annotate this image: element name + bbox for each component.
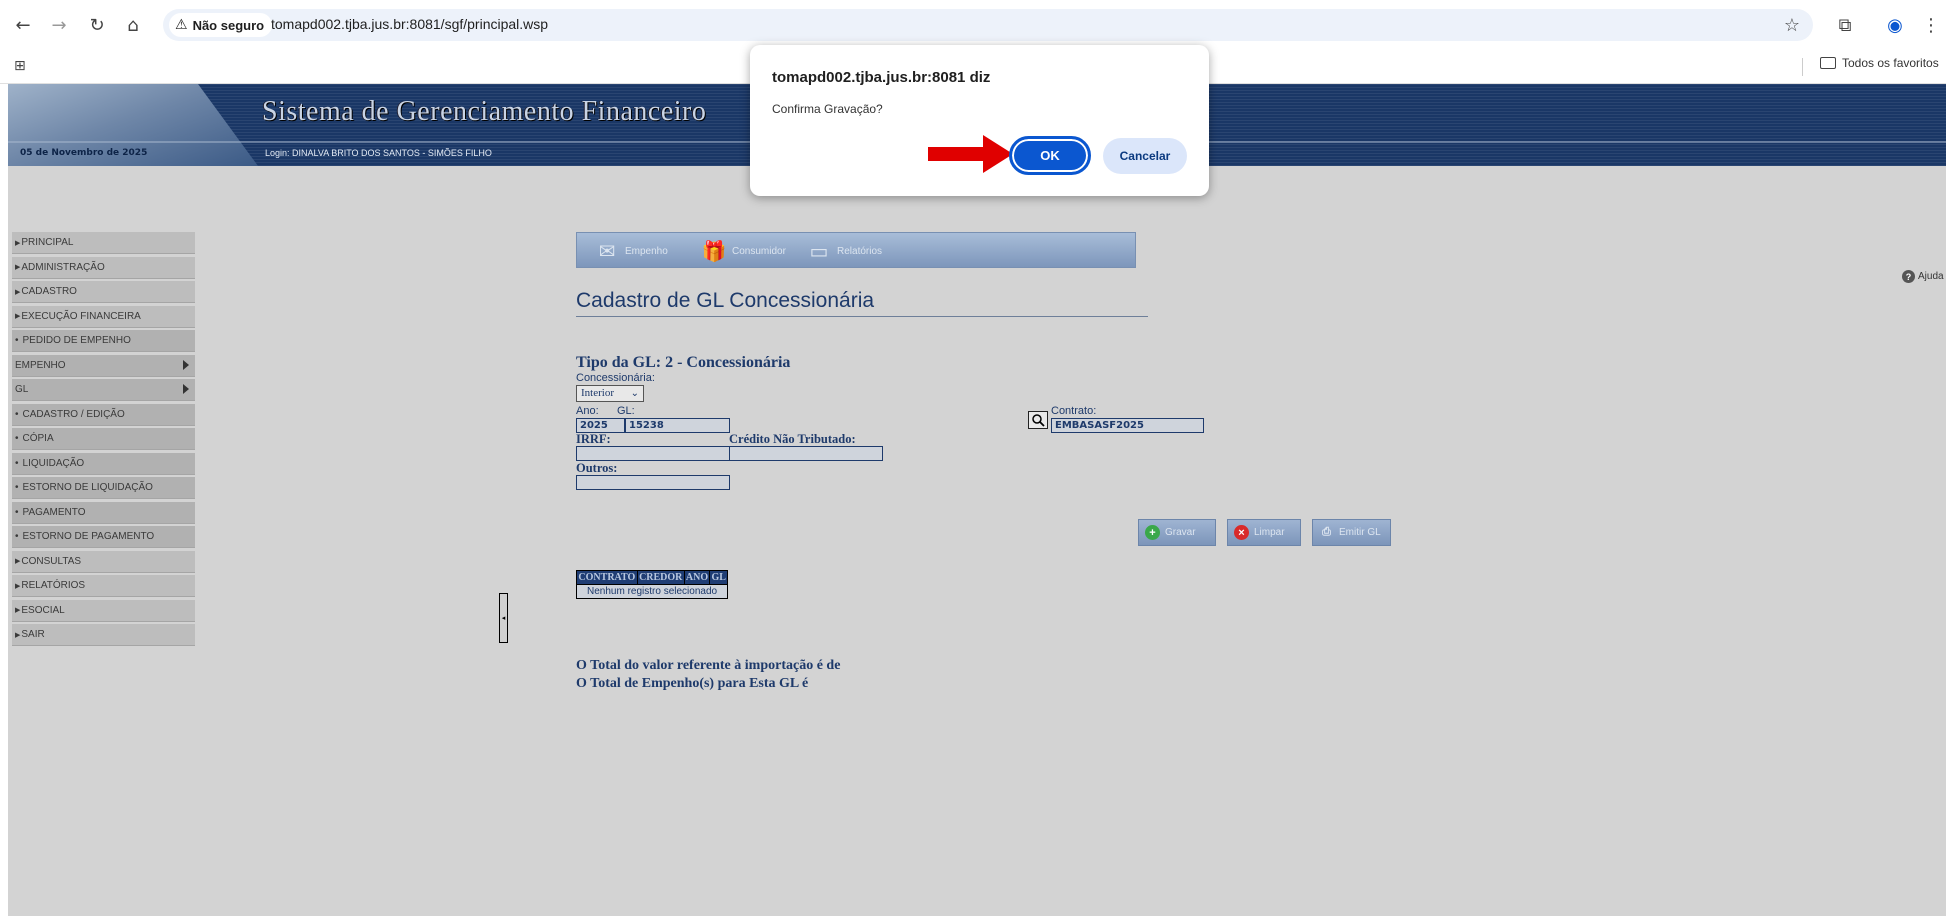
menu-item-cadastro[interactable]: ▶ CADASTRO	[12, 281, 195, 303]
credito-nao-tributado-field[interactable]	[729, 446, 883, 461]
modal-backdrop	[8, 166, 1946, 916]
menu-item-execucao-financeira[interactable]: ▶ EXECUÇÃO FINANCEIRA	[12, 305, 195, 328]
bookmarks-divider	[1802, 58, 1803, 76]
apps-grid-icon[interactable]: ⊞	[14, 58, 26, 74]
menu-item-administracao[interactable]: ▶ ADMINISTRAÇÃO	[12, 256, 195, 279]
bookmark-star-icon[interactable]: ☆	[1781, 14, 1803, 36]
gl-type-heading: Tipo da GL: 2 - Concessionária	[576, 354, 791, 371]
magnifier-icon	[1032, 414, 1045, 427]
menu-item-pagamento[interactable]: • PAGAMENTO	[12, 501, 195, 524]
credito-nao-tributado-label: Crédito Não Tributado:	[729, 432, 856, 446]
submenu-arrow-icon	[183, 384, 189, 394]
emitir-gl-button[interactable]: ⎙ Emitir GL	[1312, 519, 1391, 546]
security-label: Não seguro	[192, 17, 265, 33]
concessionaria-select[interactable]: Interior ⌄	[576, 385, 644, 402]
menu-kebab-icon[interactable]: ⋮	[1920, 14, 1942, 36]
cancel-button[interactable]: Cancelar	[1103, 138, 1187, 174]
outros-label: Outros:	[576, 461, 618, 475]
contract-search-button[interactable]	[1028, 411, 1048, 429]
contrato-label: Contrato:	[1051, 405, 1097, 417]
extensions-icon[interactable]: ⧉	[1834, 14, 1856, 36]
table-header-row: CONTRATO CREDOR ANO GL	[576, 570, 729, 585]
back-arrow-icon[interactable]: ←	[12, 14, 34, 36]
security-chip[interactable]: ⚠ Não seguro	[169, 13, 273, 37]
confirm-dialog: tomapd002.tjba.jus.br:8081 diz Confirma …	[750, 45, 1209, 196]
menu-item-liquidacao[interactable]: • LIQUIDAÇÃO	[12, 452, 195, 475]
document-icon: ▭	[809, 239, 829, 263]
menu-item-principal[interactable]: ▶ PRINCIPAL	[12, 232, 195, 254]
title-divider	[576, 316, 1148, 317]
module-bar: ✉ Empenho 🎁 Consumidor ▭ Relatórios	[576, 232, 1136, 268]
profile-icon[interactable]: ◉	[1884, 14, 1906, 36]
url-text[interactable]: tomapd002.tjba.jus.br:8081/sgf/principal…	[271, 16, 548, 32]
ano-label: Ano:	[576, 405, 599, 417]
printer-icon: ⎙	[1322, 526, 1331, 538]
home-icon[interactable]: ⌂	[122, 14, 144, 36]
dialog-message: Confirma Gravação?	[772, 102, 883, 116]
menu-item-gl[interactable]: GL	[12, 379, 195, 401]
module-empenho-button[interactable]: ✉ Empenho	[595, 239, 668, 263]
column-header-gl: GL	[709, 570, 729, 585]
browser-toolbar: ← → ↻ ⌂ ⚠ Não seguro tomapd002.tjba.jus.…	[0, 0, 1946, 50]
chevron-down-icon: ⌄	[630, 388, 639, 399]
column-header-ano: ANO	[683, 570, 711, 585]
menu-collapse-handle[interactable]: ◂	[499, 593, 508, 643]
menu-item-empenho[interactable]: EMPENHO	[12, 354, 195, 377]
plus-icon: +	[1145, 525, 1160, 540]
red-arrow-icon	[928, 135, 1013, 173]
reload-icon[interactable]: ↻	[86, 14, 108, 36]
app-title: Sistema de Gerenciamento Financeiro	[262, 96, 707, 127]
page-content: Sistema de Gerenciamento Financeiro 05 d…	[8, 84, 1946, 916]
module-relatorios-button[interactable]: ▭ Relatórios	[807, 239, 882, 263]
help-icon: ?	[1902, 270, 1915, 283]
outros-field[interactable]	[576, 475, 730, 490]
menu-item-copia[interactable]: • CÓPIA	[12, 428, 195, 450]
all-bookmarks-button[interactable]: Todos os favoritos	[1820, 56, 1939, 70]
menu-item-pedido-de-empenho[interactable]: • PEDIDO DE EMPENHO	[12, 330, 195, 352]
irrf-label: IRRF:	[576, 432, 611, 446]
ok-button[interactable]: OK	[1009, 136, 1091, 175]
header-date: 05 de Novembro de 2025	[20, 148, 148, 158]
menu-item-estorno-de-pagamento[interactable]: • ESTORNO DE PAGAMENTO	[12, 526, 195, 548]
menu-item-esocial[interactable]: ▶ ESOCIAL	[12, 599, 195, 622]
limpar-button[interactable]: × Limpar	[1227, 519, 1301, 546]
irrf-field[interactable]	[576, 446, 730, 461]
gift-icon: 🎁	[701, 239, 727, 263]
menu-item-relatorios[interactable]: ▶ RELATÓRIOS	[12, 575, 195, 597]
menu-item-consultas[interactable]: ▶ CONSULTAS	[12, 550, 195, 573]
ano-field[interactable]: 2025	[576, 418, 625, 433]
total-importacao-text: O Total do valor referente à importação …	[576, 658, 841, 673]
dialog-title: tomapd002.tjba.jus.br:8081 diz	[772, 69, 991, 86]
menu-item-sair[interactable]: ▶ SAIR	[12, 624, 195, 646]
total-empenhos-text: O Total de Empenho(s) para Esta GL é	[576, 676, 809, 691]
concessionaria-label: Concessionária:	[576, 372, 655, 384]
module-consumidor-button[interactable]: 🎁 Consumidor	[702, 239, 786, 263]
side-menu: ▶ PRINCIPAL ▶ ADMINISTRAÇÃO ▶ CADASTRO ▶ EXE…	[12, 232, 195, 649]
all-bookmarks-label: Todos os favoritos	[1842, 56, 1939, 70]
gravar-button[interactable]: + Gravar	[1138, 519, 1216, 546]
forward-arrow-icon[interactable]: →	[48, 14, 70, 36]
results-table: CONTRATO CREDOR ANO GL Nenhum registro s…	[575, 570, 729, 599]
page-title: Cadastro de GL Concessionária	[576, 289, 875, 312]
empty-table-message: Nenhum registro selecionado	[575, 584, 729, 599]
submenu-arrow-icon	[183, 359, 189, 370]
warning-icon: ⚠	[175, 17, 188, 33]
gl-field[interactable]: 15238	[625, 418, 730, 433]
column-header-credor: CREDOR	[636, 570, 685, 585]
table-row: Nenhum registro selecionado	[575, 584, 729, 599]
close-icon: ×	[1234, 525, 1249, 540]
address-bar[interactable]: ⚠ Não seguro tomapd002.tjba.jus.br:8081/…	[163, 9, 1813, 41]
help-link[interactable]: ? Ajuda	[1902, 270, 1944, 283]
menu-item-estorno-de-liquidacao[interactable]: • ESTORNO DE LIQUIDAÇÃO	[12, 477, 195, 499]
header-login: Login: DINALVA BRITO DOS SANTOS - SIMÕES…	[265, 148, 492, 158]
column-header-contrato: CONTRATO	[576, 570, 638, 585]
folder-icon	[1820, 57, 1836, 69]
gl-label: GL:	[617, 405, 635, 417]
contrato-field[interactable]: EMBASASF2025	[1051, 418, 1204, 433]
menu-item-cadastro-edicao[interactable]: • CADASTRO / EDIÇÃO	[12, 403, 195, 426]
envelope-icon: ✉	[598, 239, 616, 263]
